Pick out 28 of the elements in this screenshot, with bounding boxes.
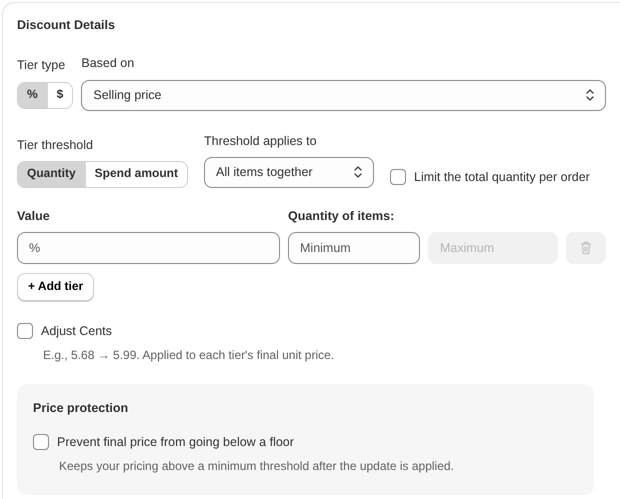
select-field[interactable]: All items together <box>204 156 374 188</box>
segment-button[interactable]: $ <box>46 82 72 108</box>
checkbox[interactable] <box>33 434 49 450</box>
segment-button[interactable]: Quantity <box>18 162 85 187</box>
checkbox-label: Prevent final price from going below a floor <box>57 434 294 450</box>
checkbox[interactable] <box>390 168 406 185</box>
checkbox-label: Limit the total quantity per order <box>414 168 590 185</box>
chevron-icon <box>585 88 595 102</box>
field-label: Tier threshold <box>17 136 94 153</box>
field-label: Tier type <box>17 57 66 74</box>
checkbox-label: Adjust Cents <box>41 323 112 340</box>
select-field[interactable]: Selling price <box>81 80 606 110</box>
panel-title: Price protection <box>33 400 130 416</box>
section-title: Discount Details <box>17 17 116 34</box>
add-tier-button[interactable]: + Add tier <box>17 273 94 301</box>
checkbox[interactable] <box>17 323 33 340</box>
segment-button[interactable]: % <box>18 82 47 108</box>
field-label: Based on <box>81 55 136 72</box>
field-label: Threshold applies to <box>204 132 318 149</box>
input-field[interactable]: % <box>17 232 280 264</box>
hint-text: E.g., 5.68 → 5.99. Applied to each tier's final unit price. <box>43 348 336 364</box>
field-label: Quantity of items: <box>288 208 394 224</box>
segment-button[interactable]: Spend amount <box>84 162 188 187</box>
trash-icon <box>580 241 592 255</box>
field-label: Value <box>17 208 51 224</box>
hint-text: Keeps your pricing above a minimum threshold after the update is applied. <box>59 459 455 475</box>
input-field[interactable]: Minimum <box>288 232 420 264</box>
chevron-icon <box>353 165 364 180</box>
